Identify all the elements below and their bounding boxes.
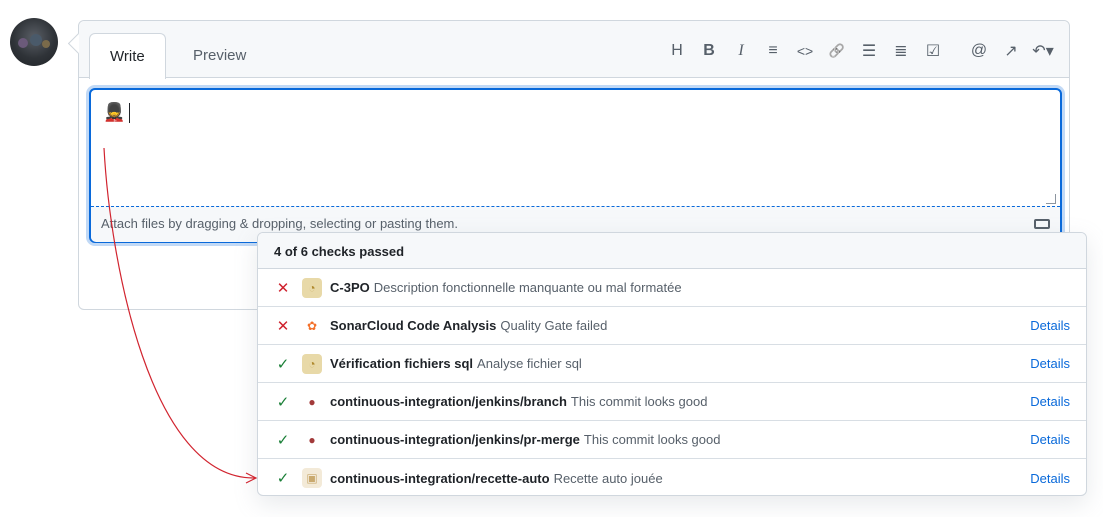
reply-icon[interactable]: ↶▾ — [1027, 39, 1059, 63]
details-link[interactable]: Details — [1030, 432, 1070, 447]
check-name: Vérification fichiers sql — [330, 356, 474, 371]
check-description: Description fonctionnelle manquante ou m… — [373, 280, 682, 295]
resize-handle[interactable] — [1046, 194, 1056, 204]
check-row: ✕ ◔ C-3PO Description fonctionnelle manquan… — [258, 269, 1086, 307]
check-name: SonarCloud Code Analysis — [330, 318, 497, 333]
check-icon: ✓ — [276, 431, 290, 449]
markdown-icon — [1034, 219, 1050, 229]
link-icon[interactable]: 🔗 — [821, 39, 853, 63]
checks-summary: 4 of 6 checks passed — [258, 233, 1086, 269]
checks-list: ✕ ◔ C-3PO Description fonctionnelle manquan… — [258, 269, 1086, 495]
check-name: C-3PO — [330, 280, 370, 295]
check-icon: ✓ — [276, 355, 290, 373]
bullet-list-icon[interactable]: ☰ — [853, 39, 885, 63]
mention-icon[interactable]: @ — [963, 39, 995, 63]
check-row: ✓ ● continuous-integration/jenkins/pr-merg… — [258, 421, 1086, 459]
numbered-list-icon[interactable]: ≣ — [885, 39, 917, 63]
details-link[interactable]: Details — [1030, 318, 1070, 333]
comment-textarea[interactable]: 💂 Attach files by dragging & dropping, s… — [89, 88, 1062, 243]
x-icon: ✕ — [276, 317, 290, 335]
tab-write[interactable]: Write — [89, 33, 166, 79]
check-row: ✓ ▣ continuous-integration/recette-auto Rec… — [258, 459, 1086, 495]
details-link[interactable]: Details — [1030, 356, 1070, 371]
check-name: continuous-integration/jenkins/branch — [330, 394, 567, 409]
x-icon: ✕ — [276, 279, 290, 297]
jenkins-icon: ● — [302, 429, 322, 450]
details-link[interactable]: Details — [1030, 394, 1070, 409]
check-icon: ✓ — [276, 393, 290, 411]
check-name: continuous-integration/recette-auto — [330, 470, 550, 486]
check-description: This commit looks good — [583, 432, 721, 447]
check-description: Recette auto jouée — [553, 470, 663, 486]
reference-icon[interactable]: ↗ — [995, 39, 1027, 63]
check-description: Analyse fichier sql — [477, 356, 582, 371]
sonarcloud-icon: ✿ — [302, 315, 322, 336]
task-list-icon[interactable]: ☑ — [917, 39, 949, 63]
quote-icon[interactable]: ≡ — [757, 39, 789, 63]
check-description: This commit looks good — [570, 394, 708, 409]
jenkins-icon: ● — [302, 391, 322, 412]
editor-content: 💂 — [103, 102, 131, 123]
comment-header: Write Preview H B I ≡ <> 🔗 ☰ ≣ ☑ @ ↗ ↶▾ — [79, 21, 1069, 79]
markdown-toolbar: H B I ≡ <> 🔗 ☰ ≣ ☑ @ ↗ ↶▾ — [661, 39, 1059, 63]
check-icon: ✓ — [276, 470, 290, 487]
checks-popover: 4 of 6 checks passed ✕ ◔ C-3PO Description … — [257, 232, 1087, 496]
check-name: continuous-integration/jenkins/pr-merge — [330, 432, 580, 447]
details-link[interactable]: Details — [1030, 471, 1070, 486]
check-description: Quality Gate failed — [500, 318, 608, 333]
heading-icon[interactable]: H — [661, 39, 693, 63]
c3po-icon: ◔ — [302, 353, 322, 374]
check-row: ✕ ✿ SonarCloud Code Analysis Quality Gate f… — [258, 307, 1086, 345]
user-avatar[interactable] — [10, 18, 58, 66]
text-caret — [129, 102, 131, 123]
c3po-icon: ◔ — [302, 277, 322, 298]
check-row: ✓ ● continuous-integration/jenkins/branch T… — [258, 383, 1086, 421]
bold-icon[interactable]: B — [693, 39, 725, 63]
tab-preview[interactable]: Preview — [177, 33, 262, 79]
recette-icon: ▣ — [302, 468, 322, 488]
attach-files-text: Attach files by dragging & dropping, sel… — [101, 216, 458, 231]
code-icon[interactable]: <> — [789, 39, 821, 63]
italic-icon[interactable]: I — [725, 39, 757, 63]
guard-emoji-icon: 💂 — [103, 102, 126, 122]
check-row: ✓ ◔ Vérification fichiers sql Analyse fichi… — [258, 345, 1086, 383]
